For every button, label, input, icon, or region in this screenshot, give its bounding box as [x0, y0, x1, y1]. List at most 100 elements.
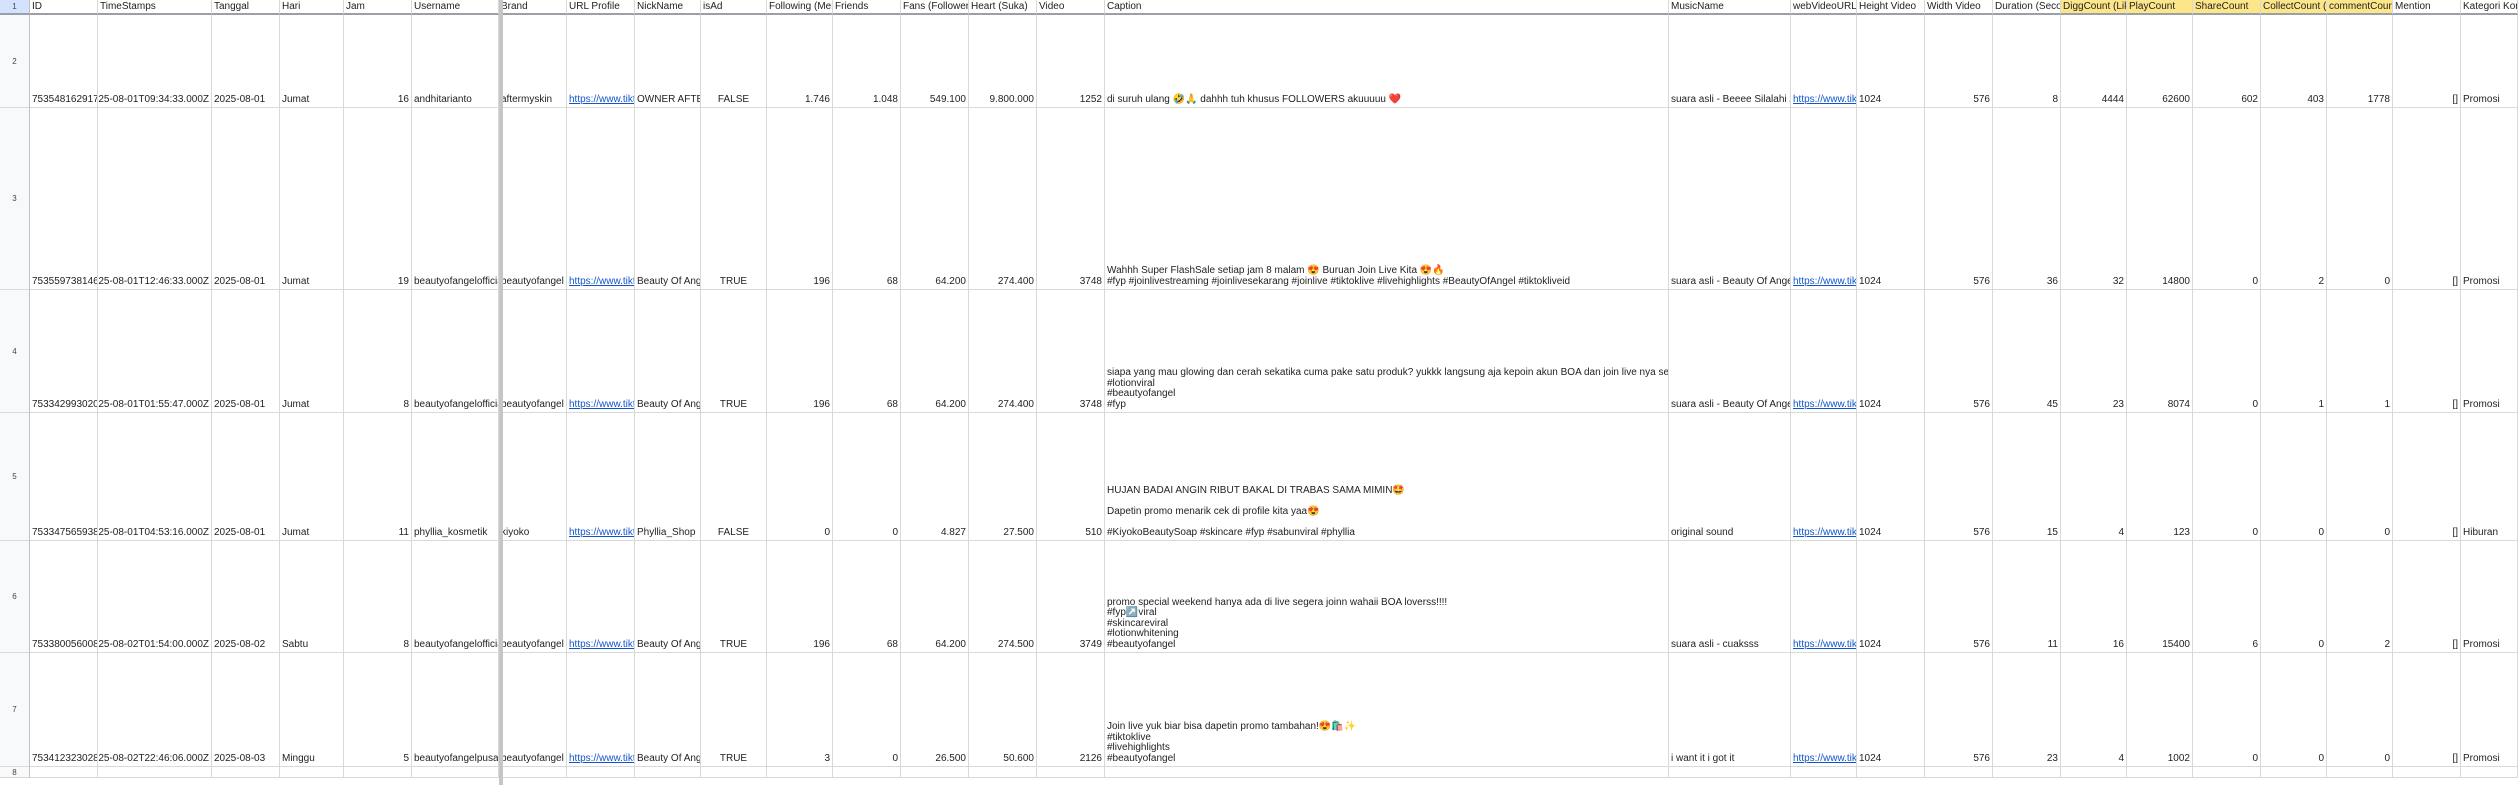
cell-friends[interactable]: 1.048 [833, 15, 901, 108]
cell-commentcount[interactable] [2327, 767, 2393, 778]
cell-id[interactable]: 7533800560089 [30, 541, 98, 653]
cell-id[interactable] [30, 767, 98, 778]
cell-isad[interactable]: FALSE [701, 413, 767, 541]
cell-isad[interactable]: FALSE [701, 15, 767, 108]
header-cell-diggcount-like[interactable]: DiggCount (Like) [2061, 0, 2127, 15]
cell-username[interactable]: andhitarianto [412, 15, 499, 108]
cell-username[interactable]: beautyofangelofficial [412, 541, 499, 653]
spreadsheet-grid[interactable]: 1 ID TimeStamps Tanggal Hari Jam Username Brand… [0, 0, 2518, 785]
cell-height-video[interactable]: 1024 [1857, 15, 1925, 108]
cell-mention[interactable]: [] [2393, 413, 2461, 541]
cell-id[interactable]: 7533475659388 [30, 413, 98, 541]
cell-caption[interactable]: siapa yang mau glowing dan cerah sekatik… [1105, 290, 1669, 413]
cell-fans-follower[interactable] [901, 767, 969, 778]
link-cell-url-profile[interactable]: https://www.tiktok.com [567, 413, 635, 541]
cell-jam[interactable]: 8 [344, 290, 412, 413]
header-cell-musicname[interactable]: MusicName [1669, 0, 1791, 15]
cell-jam[interactable]: 5 [344, 653, 412, 767]
cell-username[interactable] [412, 767, 499, 778]
cell-nickname[interactable]: Beauty Of Angel [635, 541, 701, 653]
link-cell-webvideourl[interactable]: https://www.tiktok.com [1791, 15, 1857, 108]
header-cell-height-video[interactable]: Height Video [1857, 0, 1925, 15]
cell-height-video[interactable]: 1024 [1857, 653, 1925, 767]
cell-friends[interactable]: 0 [833, 413, 901, 541]
cell-sharecount[interactable]: 0 [2193, 290, 2261, 413]
cell-following-mengikuti[interactable]: 0 [767, 413, 833, 541]
cell-tanggal[interactable]: 2025-08-02 [212, 541, 280, 653]
cell-heart-suka[interactable]: 27.500 [969, 413, 1037, 541]
cell-collectcount-bookmark[interactable]: 403 [2261, 15, 2327, 108]
header-cell-id[interactable]: ID [30, 0, 98, 15]
cell-tanggal[interactable]: 2025-08-01 [212, 108, 280, 290]
link-cell-webvideourl[interactable] [1791, 767, 1857, 778]
link-cell-webvideourl[interactable]: https://www.tiktok.com [1791, 653, 1857, 767]
cell-brand[interactable]: beautyofangel [499, 541, 567, 653]
cell-video[interactable]: 510 [1037, 413, 1105, 541]
cell-sharecount[interactable]: 6 [2193, 541, 2261, 653]
cell-heart-suka[interactable]: 9.800.000 [969, 15, 1037, 108]
cell-friends[interactable]: 68 [833, 541, 901, 653]
header-cell-duration-second[interactable]: Duration (Second) [1993, 0, 2061, 15]
cell-height-video[interactable]: 1024 [1857, 413, 1925, 541]
cell-isad[interactable]: TRUE [701, 541, 767, 653]
cell-commentcount[interactable]: 1778 [2327, 15, 2393, 108]
cell-width-video[interactable]: 576 [1925, 653, 1993, 767]
link-cell-webvideourl[interactable]: https://www.tiktok.com [1791, 290, 1857, 413]
cell-fans-follower[interactable]: 64.200 [901, 541, 969, 653]
header-cell-friends[interactable]: Friends [833, 0, 901, 15]
cell-caption[interactable]: di suruh ulang 🤣🙏 dahhh tuh khusus FOLLO… [1105, 15, 1669, 108]
cell-duration-second[interactable]: 11 [1993, 541, 2061, 653]
row-number-8[interactable]: 8 [0, 767, 30, 778]
cell-duration-second[interactable]: 45 [1993, 290, 2061, 413]
header-cell-video[interactable]: Video [1037, 0, 1105, 15]
cell-hari[interactable]: Sabtu [280, 541, 344, 653]
cell-caption[interactable] [1105, 767, 1669, 778]
cell-height-video[interactable]: 1024 [1857, 108, 1925, 290]
cell-mention[interactable] [2393, 767, 2461, 778]
cell-tanggal[interactable]: 2025-08-01 [212, 290, 280, 413]
cell-kategori-konten[interactable] [2461, 767, 2518, 778]
header-cell-caption[interactable]: Caption [1105, 0, 1669, 15]
cell-isad[interactable] [701, 767, 767, 778]
cell-hari[interactable]: Jumat [280, 290, 344, 413]
header-cell-following-mengikuti[interactable]: Following (Mengikuti) [767, 0, 833, 15]
cell-video[interactable] [1037, 767, 1105, 778]
cell-timestamps[interactable]: 2025-08-01T09:34:33.000Z [98, 15, 212, 108]
cell-video[interactable]: 3748 [1037, 108, 1105, 290]
cell-timestamps[interactable]: 2025-08-02T01:54:00.000Z [98, 541, 212, 653]
cell-fans-follower[interactable]: 26.500 [901, 653, 969, 767]
cell-mention[interactable]: [] [2393, 653, 2461, 767]
cell-mention[interactable]: [] [2393, 290, 2461, 413]
cell-duration-second[interactable]: 15 [1993, 413, 2061, 541]
cell-username[interactable]: beautyofangelpusat [412, 653, 499, 767]
cell-collectcount-bookmark[interactable] [2261, 767, 2327, 778]
cell-height-video[interactable]: 1024 [1857, 290, 1925, 413]
cell-width-video[interactable]: 576 [1925, 541, 1993, 653]
cell-width-video[interactable]: 576 [1925, 413, 1993, 541]
header-cell-commentcount[interactable]: commentCount [2327, 0, 2393, 15]
cell-diggcount-like[interactable]: 4 [2061, 653, 2127, 767]
header-cell-collectcount-bookmark[interactable]: CollectCount (Bookmark) [2261, 0, 2327, 15]
cell-hari[interactable]: Jumat [280, 108, 344, 290]
cell-following-mengikuti[interactable] [767, 767, 833, 778]
row-number-1[interactable]: 1 [0, 0, 30, 15]
cell-sharecount[interactable]: 0 [2193, 413, 2261, 541]
cell-timestamps[interactable]: 2025-08-01T12:46:33.000Z [98, 108, 212, 290]
cell-height-video[interactable] [1857, 767, 1925, 778]
cell-isad[interactable]: TRUE [701, 653, 767, 767]
cell-jam[interactable] [344, 767, 412, 778]
cell-playcount[interactable]: 14800 [2127, 108, 2193, 290]
row-number-7[interactable]: 7 [0, 653, 30, 767]
header-cell-nickname[interactable]: NickName [635, 0, 701, 15]
cell-diggcount-like[interactable]: 23 [2061, 290, 2127, 413]
cell-hari[interactable]: Jumat [280, 413, 344, 541]
cell-mention[interactable]: [] [2393, 15, 2461, 108]
cell-hari[interactable] [280, 767, 344, 778]
cell-fans-follower[interactable]: 4.827 [901, 413, 969, 541]
cell-kategori-konten[interactable]: Promosi [2461, 653, 2518, 767]
link-cell-url-profile[interactable]: https://www.tiktok.com [567, 653, 635, 767]
cell-fans-follower[interactable]: 64.200 [901, 108, 969, 290]
cell-musicname[interactable]: suara asli - Beauty Of Angel [1669, 290, 1791, 413]
cell-width-video[interactable] [1925, 767, 1993, 778]
link-cell-url-profile[interactable]: https://www.tiktok.com [567, 15, 635, 108]
